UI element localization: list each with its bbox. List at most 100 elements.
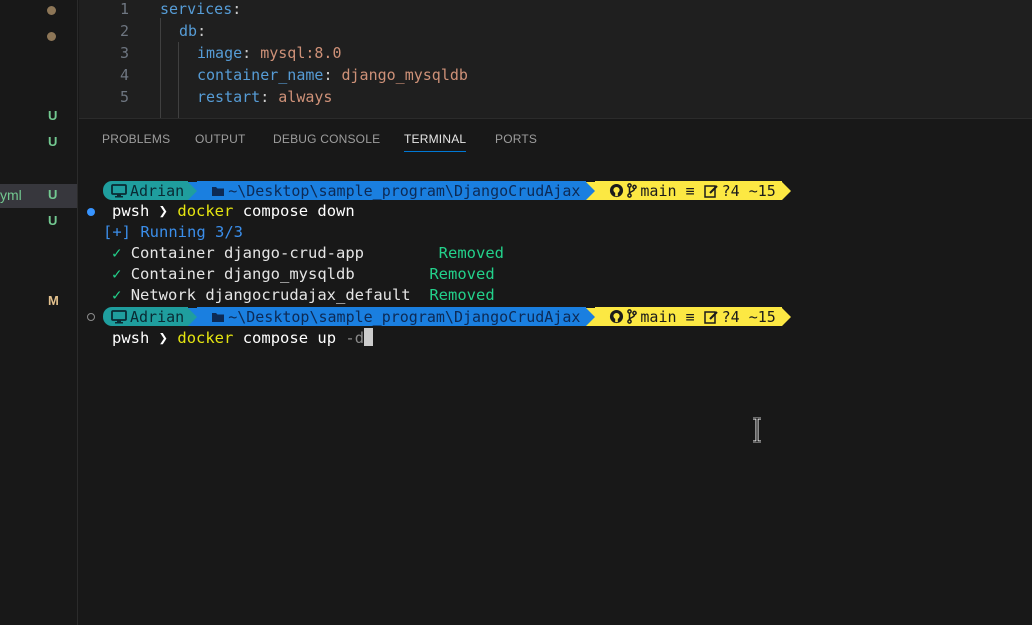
- prompt-user-segment: Adrian: [103, 181, 189, 200]
- powerline-separator: [188, 307, 198, 326]
- prompt-path: ~\Desktop\sample_program\DjangoCrudAjax: [228, 307, 581, 326]
- prompt-changes: ?4 ~15: [721, 181, 776, 200]
- result-status: Removed: [429, 286, 495, 304]
- check-icon: ✓: [112, 265, 122, 283]
- yaml-colon: :: [323, 66, 342, 84]
- result-text: Network djangocrudajax_default: [130, 286, 411, 304]
- shell-name: pwsh: [112, 202, 150, 220]
- prompt-user-segment: Adrian: [103, 307, 189, 326]
- prompt-branch: main: [640, 307, 677, 326]
- explorer-item-label: yml: [0, 187, 22, 203]
- prompt-chevron: ❯: [158, 329, 169, 347]
- result-text: Container django-crud-app: [130, 244, 420, 262]
- editor-line[interactable]: 5 restart: always: [79, 88, 1032, 110]
- line-number: 2: [119, 22, 129, 40]
- powerline-separator: [586, 181, 596, 200]
- line-number: 1: [119, 0, 129, 18]
- line-number: 5: [119, 88, 129, 106]
- explorer-item[interactable]: U: [0, 210, 77, 234]
- modified-dot-icon: [47, 6, 56, 15]
- editor-line[interactable]: 2 db:: [79, 22, 1032, 44]
- git-status-badge: U: [48, 134, 58, 149]
- text-cursor: [364, 328, 374, 346]
- prompt-powerline: Adrian ~\Desktop\sample_program\DjangoCr…: [103, 307, 791, 326]
- yaml-key: restart: [197, 88, 261, 106]
- powerline-separator: [781, 307, 791, 326]
- github-icon: [610, 309, 624, 324]
- powerline-separator: [781, 181, 791, 200]
- yaml-colon: :: [260, 88, 279, 106]
- result-status: Removed: [429, 265, 495, 283]
- git-status-badge: U: [48, 187, 58, 202]
- yaml-colon: :: [197, 22, 207, 40]
- command-success-marker[interactable]: [87, 208, 95, 216]
- git-status-badge: U: [48, 213, 58, 228]
- result-line: ✓ Container django-crud-app Removed: [112, 244, 1032, 265]
- yaml-value: django_mysqldb: [341, 66, 468, 84]
- explorer-item[interactable]: U: [0, 131, 77, 155]
- command-flag: -d: [345, 329, 365, 347]
- prompt-path-segment: ~\Desktop\sample_program\DjangoCrudAjax: [197, 307, 587, 326]
- prompt-git-segment: main ≡ ?4 ~15: [595, 307, 782, 326]
- result-line: ✓ Network djangocrudajax_default Removed: [112, 286, 1032, 307]
- branch-icon: [627, 309, 638, 324]
- prompt-changes: ?4 ~15: [721, 307, 776, 326]
- command-input-line[interactable]: pwsh ❯ docker compose up -d: [112, 328, 1032, 349]
- command-line: pwsh ❯ docker compose down: [112, 202, 1032, 223]
- edit-icon: [703, 310, 718, 324]
- monitor-icon: [111, 183, 127, 197]
- prompt-branch: main: [640, 181, 677, 200]
- editor-line[interactable]: 3 image: mysql:8.0: [79, 44, 1032, 66]
- git-status-badge: U: [48, 108, 58, 123]
- github-icon: [610, 183, 624, 198]
- prompt-user: Adrian: [130, 307, 185, 326]
- yaml-key: container_name: [197, 66, 324, 84]
- yaml-colon: :: [232, 0, 242, 18]
- shell-name: pwsh: [112, 329, 150, 347]
- result-line: ✓ Container django_mysqldb Removed: [112, 265, 1032, 286]
- prompt-powerline: Adrian ~\Desktop\sample_program\DjangoCr…: [103, 181, 791, 200]
- command-name: docker: [177, 329, 234, 347]
- editor-line[interactable]: 1 services:: [79, 0, 1032, 22]
- explorer-sidebar: U U yml U U M: [0, 0, 78, 625]
- branch-icon: [627, 183, 638, 198]
- prompt-path: ~\Desktop\sample_program\DjangoCrudAjax: [228, 181, 581, 200]
- terminal[interactable]: Adrian ~\Desktop\sample_program\DjangoCr…: [79, 119, 1032, 625]
- powerline-separator: [188, 181, 198, 200]
- yaml-value: mysql:8.0: [260, 44, 342, 62]
- edit-icon: [703, 184, 718, 198]
- prompt-user: Adrian: [130, 181, 185, 200]
- monitor-icon: [111, 309, 127, 323]
- yaml-key: services: [160, 0, 233, 18]
- folder-icon: [212, 312, 225, 322]
- running-status: [+] Running 3/3: [103, 223, 243, 241]
- yaml-value: always: [278, 88, 333, 106]
- command-args: compose up: [242, 329, 337, 347]
- prompt-branch-status: ≡: [685, 181, 695, 200]
- prompt-git-segment: main ≡ ?4 ~15: [595, 181, 782, 200]
- prompt-chevron: ❯: [158, 202, 169, 220]
- result-status: Removed: [438, 244, 504, 262]
- code-editor[interactable]: 1 services: 2 db: 3 image: mysql:8.0 4 c…: [79, 0, 1032, 118]
- git-status-badge: M: [48, 293, 59, 308]
- line-number: 4: [119, 66, 129, 84]
- line-number: 3: [119, 44, 129, 62]
- explorer-item[interactable]: M: [0, 290, 77, 314]
- prompt-path-segment: ~\Desktop\sample_program\DjangoCrudAjax: [197, 181, 587, 200]
- command-pending-marker[interactable]: [87, 313, 95, 321]
- explorer-item-selected[interactable]: yml U: [0, 184, 77, 208]
- command-name: docker: [177, 202, 234, 220]
- command-args: compose down: [242, 202, 355, 220]
- editor-line[interactable]: 4 container_name: django_mysqldb: [79, 66, 1032, 88]
- explorer-item[interactable]: U: [0, 105, 77, 129]
- modified-dot-icon: [47, 32, 56, 41]
- yaml-key: image: [197, 44, 243, 62]
- check-icon: ✓: [112, 286, 122, 304]
- result-text: Container django_mysqldb: [130, 265, 411, 283]
- text-cursor-icon: [753, 417, 761, 443]
- bottom-panel: PROBLEMS OUTPUT DEBUG CONSOLE TERMINAL P…: [79, 118, 1032, 625]
- yaml-colon: :: [242, 44, 261, 62]
- yaml-key: db: [179, 22, 198, 40]
- folder-icon: [212, 186, 225, 196]
- prompt-branch-status: ≡: [685, 307, 695, 326]
